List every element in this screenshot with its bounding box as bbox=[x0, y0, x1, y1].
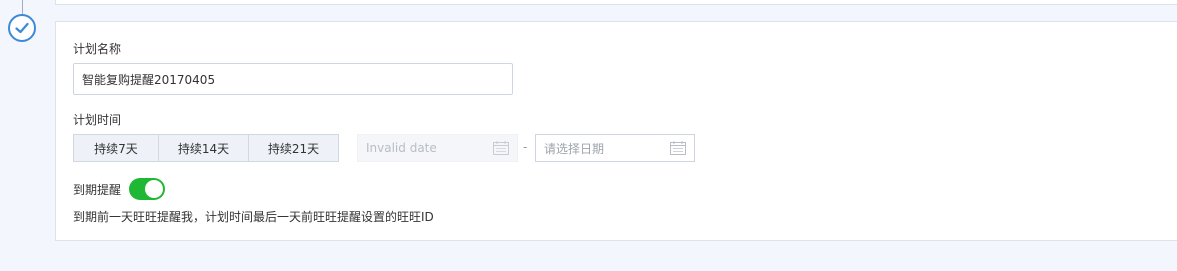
duration-21-days-button[interactable]: 持续21天 bbox=[248, 134, 339, 162]
step-connector-line bbox=[22, 0, 23, 14]
plan-settings-card: 计划名称 计划时间 持续7天 持续14天 持续21天 Invalid date … bbox=[55, 21, 1177, 241]
reminder-label: 到期提醒 bbox=[73, 183, 122, 197]
check-icon bbox=[15, 22, 29, 34]
previous-step-card bbox=[55, 0, 1177, 5]
start-date-field[interactable]: Invalid date bbox=[357, 134, 518, 162]
plan-name-label: 计划名称 bbox=[73, 42, 122, 56]
toggle-knob bbox=[145, 180, 163, 198]
calendar-icon bbox=[670, 141, 686, 155]
calendar-icon bbox=[493, 141, 509, 155]
start-date-value: Invalid date bbox=[366, 141, 437, 155]
end-date-field[interactable]: 请选择日期 bbox=[535, 134, 695, 162]
reminder-description: 到期前一天旺旺提醒我，计划时间最后一天前旺旺提醒设置的旺旺ID bbox=[73, 210, 434, 224]
plan-name-input[interactable] bbox=[73, 63, 513, 95]
end-date-placeholder: 请选择日期 bbox=[544, 141, 605, 156]
step-complete-indicator bbox=[8, 14, 36, 42]
date-range-separator: - bbox=[523, 140, 528, 154]
duration-7-days-button[interactable]: 持续7天 bbox=[73, 134, 159, 162]
duration-14-days-button[interactable]: 持续14天 bbox=[158, 134, 249, 162]
plan-time-label: 计划时间 bbox=[73, 113, 122, 127]
duration-button-group: 持续7天 持续14天 持续21天 bbox=[73, 134, 339, 162]
reminder-toggle[interactable] bbox=[129, 178, 165, 200]
